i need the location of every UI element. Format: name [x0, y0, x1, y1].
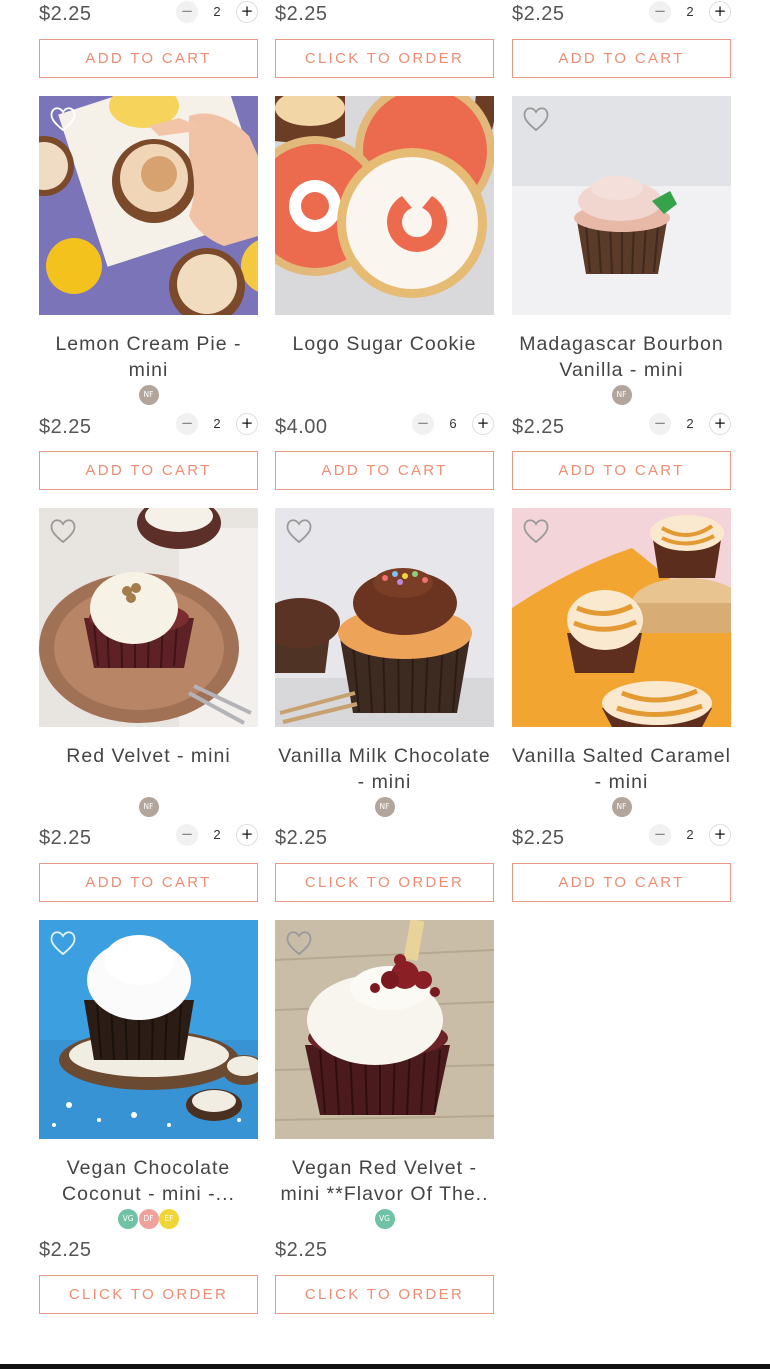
add-to-cart-button[interactable]: ADD TO CART	[512, 451, 731, 490]
plus-icon[interactable]: +	[236, 824, 258, 846]
vanilla-cupcake-image[interactable]	[512, 96, 731, 315]
product-price: $4.00	[275, 416, 328, 438]
quantity-stepper: − 2 +	[649, 413, 731, 435]
nf-badge: NF	[138, 385, 159, 405]
minus-icon[interactable]: −	[176, 413, 198, 435]
minus-icon[interactable]: −	[176, 1, 198, 23]
product-title[interactable]: Vanilla Milk Chocolate - mini	[275, 743, 494, 795]
plus-icon[interactable]: +	[709, 1, 731, 23]
minus-icon[interactable]: −	[412, 413, 434, 435]
add-to-cart-button[interactable]: ADD TO CART	[512, 39, 731, 78]
quantity-value: 2	[686, 4, 694, 19]
product-price: $2.25	[275, 1239, 328, 1261]
heart-icon[interactable]	[285, 518, 313, 544]
heart-icon[interactable]	[522, 518, 550, 544]
logo-sugar-cookie-image[interactable]	[275, 96, 494, 315]
click-to-order-button[interactable]: CLICK TO ORDER	[39, 1275, 258, 1314]
quantity-value: 2	[213, 416, 221, 431]
vanilla-milk-chocolate-image[interactable]	[275, 508, 494, 727]
click-to-order-button[interactable]: CLICK TO ORDER	[275, 1275, 494, 1314]
heart-icon[interactable]	[49, 930, 77, 956]
product-title[interactable]: Red Velvet - mini	[39, 743, 258, 769]
product-price: $2.25	[512, 3, 565, 25]
heart-icon[interactable]	[49, 106, 77, 132]
vg-badge: VG	[118, 1209, 139, 1229]
minus-icon[interactable]: −	[649, 824, 671, 846]
product-title[interactable]: Vegan Chocolate Coconut - mini -...	[39, 1155, 258, 1207]
product-price: $2.25	[39, 1239, 92, 1261]
plus-icon[interactable]: +	[472, 413, 494, 435]
quantity-stepper: − 2 +	[649, 1, 731, 23]
quantity-value: 2	[686, 827, 694, 842]
add-to-cart-button[interactable]: ADD TO CART	[39, 451, 258, 490]
minus-icon[interactable]: −	[176, 824, 198, 846]
click-to-order-button[interactable]: CLICK TO ORDER	[275, 39, 494, 78]
vegan-red-velvet-image[interactable]	[275, 920, 494, 1139]
nf-badge: NF	[374, 797, 395, 817]
diet-badges: NF	[512, 385, 731, 405]
product-price: $2.25	[275, 3, 328, 25]
heart-icon[interactable]	[285, 930, 313, 956]
product-price: $2.25	[512, 416, 565, 438]
plus-icon[interactable]: +	[236, 1, 258, 23]
quantity-value: 2	[686, 416, 694, 431]
quantity-stepper: − 2 +	[176, 824, 258, 846]
minus-icon[interactable]: −	[649, 1, 671, 23]
add-to-cart-button[interactable]: ADD TO CART	[275, 451, 494, 490]
diet-badges: VG	[275, 1209, 494, 1229]
diet-badges: NF	[39, 385, 258, 405]
bottom-bar	[0, 1364, 770, 1369]
quantity-stepper: − 2 +	[176, 1, 258, 23]
add-to-cart-button[interactable]: ADD TO CART	[39, 39, 258, 78]
plus-icon[interactable]: +	[709, 413, 731, 435]
product-price: $2.25	[39, 827, 92, 849]
quantity-value: 2	[213, 4, 221, 19]
plus-icon[interactable]: +	[709, 824, 731, 846]
red-velvet-image[interactable]	[39, 508, 258, 727]
nf-badge: NF	[611, 385, 632, 405]
product-price: $2.25	[275, 827, 328, 849]
heart-icon[interactable]	[49, 518, 77, 544]
diet-badges: NF	[512, 797, 731, 817]
lemon-cream-pie-image[interactable]	[39, 96, 258, 315]
product-price: $2.25	[39, 3, 92, 25]
click-to-order-button[interactable]: CLICK TO ORDER	[275, 863, 494, 902]
quantity-value: 6	[449, 416, 457, 431]
product-title[interactable]: Madagascar Bourbon Vanilla - mini	[512, 331, 731, 383]
product-title[interactable]: Lemon Cream Pie - mini	[39, 331, 258, 383]
quantity-stepper: − 2 +	[649, 824, 731, 846]
product-title[interactable]: Vegan Red Velvet - mini **Flavor Of The.…	[275, 1155, 494, 1207]
heart-icon[interactable]	[522, 106, 550, 132]
product-title[interactable]: Vanilla Salted Caramel - mini	[512, 743, 731, 795]
product-price: $2.25	[512, 827, 565, 849]
nf-badge: NF	[138, 797, 159, 817]
ef-badge: EF	[158, 1209, 179, 1229]
quantity-stepper: − 2 +	[176, 413, 258, 435]
diet-badges: VG DF EF	[39, 1209, 258, 1229]
product-price: $2.25	[39, 416, 92, 438]
add-to-cart-button[interactable]: ADD TO CART	[39, 863, 258, 902]
product-title[interactable]: Logo Sugar Cookie	[275, 331, 494, 357]
nf-badge: NF	[611, 797, 632, 817]
df-badge: DF	[138, 1209, 159, 1229]
diet-badges: NF	[275, 797, 494, 817]
salted-caramel-image[interactable]	[512, 508, 731, 727]
quantity-stepper: − 6 +	[412, 413, 494, 435]
plus-icon[interactable]: +	[236, 413, 258, 435]
vegan-chocolate-coconut-image[interactable]	[39, 920, 258, 1139]
diet-badges: NF	[39, 797, 258, 817]
vg-badge: VG	[374, 1209, 395, 1229]
minus-icon[interactable]: −	[649, 413, 671, 435]
quantity-value: 2	[213, 827, 221, 842]
add-to-cart-button[interactable]: ADD TO CART	[512, 863, 731, 902]
